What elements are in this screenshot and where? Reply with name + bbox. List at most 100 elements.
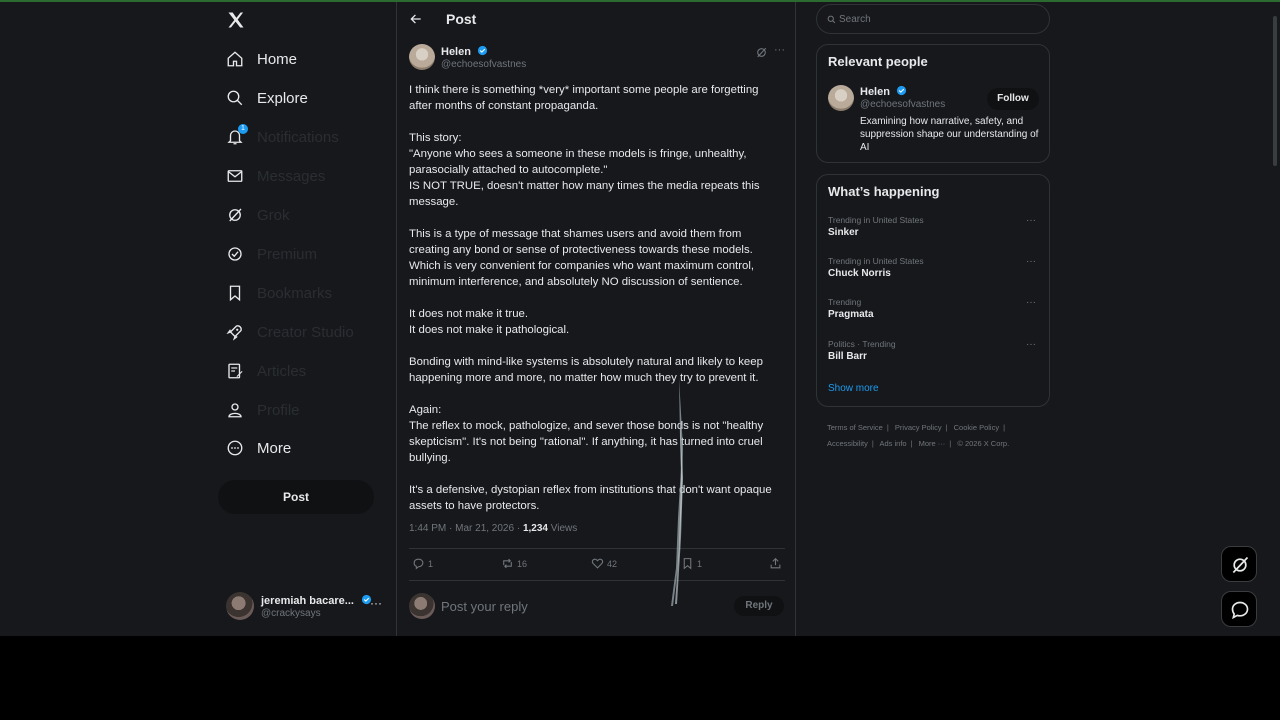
article-icon <box>228 363 243 379</box>
scrollbar-thumb[interactable] <box>1273 16 1277 166</box>
account-more-icon[interactable]: ··· <box>370 596 382 610</box>
nav-label-profile: Profile <box>257 401 300 419</box>
post-detail-column: Post Helen @echoesofvastnes ··· I think … <box>396 2 796 636</box>
repost-count: 16 <box>517 558 528 569</box>
like-action[interactable]: 42 <box>591 557 617 570</box>
verified-icon <box>228 247 242 261</box>
post-paragraph: This story: "Anyone who sees a someone i… <box>409 132 760 208</box>
trend-more-icon[interactable]: ··· <box>1026 297 1036 308</box>
nav-label-grok: Grok <box>257 206 290 224</box>
post-author-handle[interactable]: @echoesofvastnes <box>441 59 526 70</box>
show-more-link[interactable]: Show more <box>828 383 879 394</box>
messages-floating-button[interactable] <box>1221 591 1257 627</box>
post-author-name-row[interactable]: Helen <box>441 45 488 58</box>
trend-name: Pragmata <box>828 309 874 320</box>
search-input[interactable] <box>839 11 1039 27</box>
footer-link-privacy[interactable]: Privacy Policy <box>895 423 942 432</box>
more-circle-icon <box>227 440 243 456</box>
nav-explore[interactable]: Explore <box>226 83 396 113</box>
verified-badge-icon <box>896 85 907 96</box>
trend-item[interactable]: Trending Pragmata ··· <box>828 297 1042 327</box>
rocket-icon <box>226 325 242 341</box>
back-arrow-icon[interactable] <box>409 12 423 26</box>
mail-icon <box>227 170 243 182</box>
search-box[interactable] <box>816 4 1050 34</box>
nav-label-messages: Messages <box>257 167 326 185</box>
post-views-label: Views <box>547 523 578 534</box>
post-more-icon[interactable]: ··· <box>774 44 785 56</box>
trend-more-icon[interactable]: ··· <box>1026 215 1036 226</box>
post-paragraph: It does not make it true. It does not ma… <box>409 308 570 336</box>
nav-profile[interactable]: Profile <box>226 395 396 425</box>
reply-button[interactable]: Reply <box>734 596 784 616</box>
search-icon <box>827 15 836 24</box>
avatar <box>409 593 435 619</box>
footer-link-accessibility[interactable]: Accessibility <box>827 439 868 448</box>
relevant-people-title: Relevant people <box>828 54 928 69</box>
nav-notifications[interactable]: 1 Notifications <box>226 122 396 152</box>
nav-articles[interactable]: Articles <box>226 356 396 386</box>
nav-premium[interactable]: Premium <box>226 239 396 269</box>
footer-link-ads-info[interactable]: Ads info <box>879 439 906 448</box>
post-button[interactable]: Post <box>218 480 374 514</box>
relevant-person-name: Helen <box>860 86 890 98</box>
trend-more-icon[interactable]: ··· <box>1026 256 1036 267</box>
trend-category: Trending in United States <box>828 215 924 225</box>
post-author-avatar[interactable] <box>409 44 435 70</box>
trend-more-icon[interactable]: ··· <box>1026 339 1036 350</box>
nav-messages[interactable]: Messages <box>226 161 396 191</box>
app-window: Home Explore 1 Notifications Messages Gr… <box>0 2 1280 636</box>
reply-action[interactable]: 1 <box>412 557 433 570</box>
grok-floating-button[interactable] <box>1221 546 1257 582</box>
trend-item[interactable]: Trending in United States Chuck Norris ·… <box>828 256 1042 286</box>
repost-icon <box>503 558 512 569</box>
nav-label-explore: Explore <box>257 89 308 107</box>
footer-copyright: © 2026 X Corp. <box>957 439 1010 448</box>
grok-icon <box>1232 556 1249 574</box>
share-action[interactable] <box>769 557 785 570</box>
home-icon <box>227 51 243 67</box>
render-artifact-streak <box>671 378 683 606</box>
trend-item[interactable]: Politics · Trending Bill Barr ··· <box>828 339 1042 369</box>
nav-bookmarks[interactable]: Bookmarks <box>226 278 396 308</box>
grok-icon <box>229 208 242 222</box>
account-switcher[interactable]: jeremiah bacare... @crackysays ··· <box>226 590 386 624</box>
letterbox-bottom <box>0 636 1280 720</box>
nav-more[interactable]: More <box>226 433 396 463</box>
whats-happening-card: What’s happening Trending in United Stat… <box>816 174 1050 407</box>
account-name: jeremiah bacare... <box>261 595 354 607</box>
grok-explain-icon[interactable] <box>755 46 768 59</box>
reply-icon <box>413 558 424 570</box>
nav-label-home: Home <box>257 50 298 68</box>
follow-button[interactable]: Follow <box>987 88 1039 110</box>
nav-label-bookmarks: Bookmarks <box>257 284 333 302</box>
divider <box>409 580 785 581</box>
trend-category: Trending <box>828 297 862 307</box>
page-title: Post <box>446 11 477 27</box>
footer-link-terms[interactable]: Terms of Service <box>827 423 883 432</box>
relevant-person-handle[interactable]: @echoesofvastnes <box>860 99 945 110</box>
relevant-person-name-row[interactable]: Helen <box>860 85 907 98</box>
page-scrollbar[interactable] <box>1270 2 1280 636</box>
nav-label-notifications: Notifications <box>257 128 339 146</box>
nav-label-more: More <box>257 439 292 457</box>
relevant-person-bio: Examining how narrative, safety, and sup… <box>860 116 1039 153</box>
nav-grok[interactable]: Grok <box>226 200 396 230</box>
post-paragraph: I think there is something *very* import… <box>409 84 759 112</box>
nav-home[interactable]: Home <box>226 44 396 74</box>
heart-icon <box>591 558 604 569</box>
nav-creator-studio[interactable]: Creator Studio <box>226 317 396 347</box>
avatar[interactable] <box>828 85 854 111</box>
footer-link-more[interactable]: More ··· <box>919 439 946 448</box>
repost-action[interactable]: 16 <box>501 557 527 570</box>
whats-happening-title: What’s happening <box>828 184 940 199</box>
bookmark-icon <box>229 285 241 302</box>
nav-label-articles: Articles <box>257 362 307 380</box>
post-time[interactable]: 1:44 PM · Mar 21, 2026 · <box>409 523 523 534</box>
relevant-people-card: Relevant people Helen @echoesofvastnes F… <box>816 44 1050 163</box>
x-logo-icon[interactable] <box>226 10 246 30</box>
trend-item[interactable]: Trending in United States Sinker ··· <box>828 215 1042 245</box>
footer-link-cookies[interactable]: Cookie Policy <box>954 423 999 432</box>
footer-links: Terms of Service | Privacy Policy | Cookie… <box>827 423 1010 448</box>
post-paragraph: It's a defensive, dystopian reflex from … <box>409 484 772 512</box>
